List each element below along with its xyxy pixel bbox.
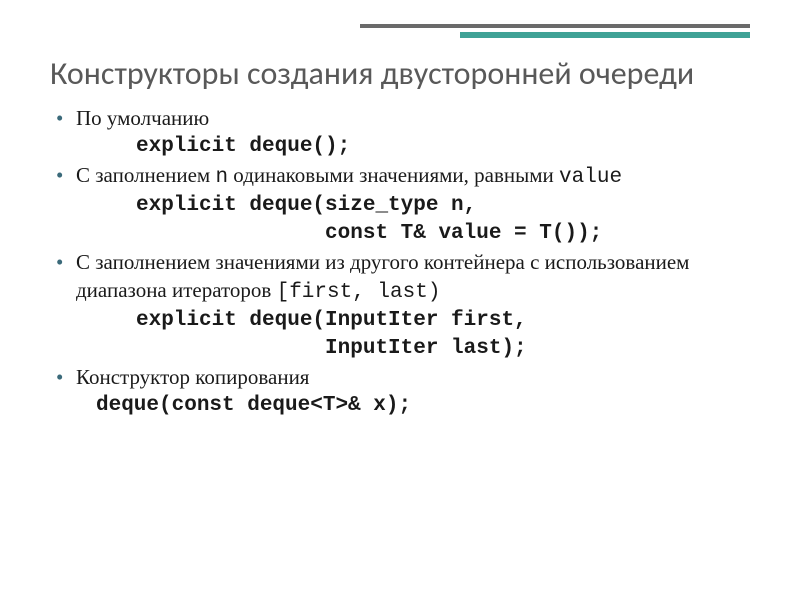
bullet-list: По умолчанию explicit deque(); С заполне…	[50, 105, 750, 420]
bullet-text: Конструктор копирования	[76, 365, 309, 389]
code-line: explicit deque();	[136, 133, 750, 161]
rule-teal	[460, 32, 750, 38]
bullet-fill-range: С заполнением значениями из другого конт…	[50, 249, 750, 362]
code-line: InputIter last);	[136, 335, 750, 363]
code-line: explicit deque(InputIter first,	[136, 307, 750, 335]
rule-gray	[360, 24, 750, 28]
bullet-text: По умолчанию	[76, 106, 209, 130]
bullet-copy: Конструктор копирования deque(const dequ…	[50, 364, 750, 419]
inline-code: [first, last)	[277, 281, 441, 304]
bullet-fill-n: С заполнением n одинаковыми значениями, …	[50, 162, 750, 247]
bullet-text-mid: одинаковыми значениями, равными	[228, 163, 559, 187]
decorative-rules	[320, 24, 750, 38]
code-line: const T& value = T());	[136, 220, 750, 248]
code-line: explicit deque(size_type n,	[136, 192, 750, 220]
slide: Конструкторы создания двусторонней очере…	[0, 0, 800, 600]
slide-title: Конструкторы создания двусторонней очере…	[50, 0, 750, 93]
code-line: deque(const deque<T>& x);	[96, 392, 750, 420]
inline-code: value	[559, 166, 622, 189]
bullet-default: По умолчанию explicit deque();	[50, 105, 750, 160]
bullet-text-pre: С заполнением	[76, 163, 215, 187]
inline-code: n	[215, 166, 228, 189]
